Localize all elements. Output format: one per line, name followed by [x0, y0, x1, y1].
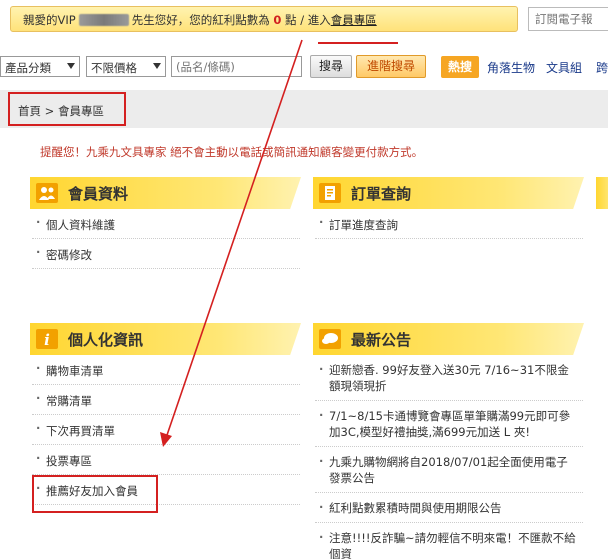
annotation-box	[32, 475, 158, 513]
voting-link[interactable]: 投票專區	[32, 445, 300, 475]
redacted-name	[78, 14, 129, 26]
speech-bubble-icon	[319, 329, 341, 349]
cart-list-link[interactable]: 購物車清單	[32, 355, 300, 385]
password-change-link[interactable]: 密碼修改	[32, 239, 300, 269]
news-item[interactable]: 迎新戀香. 99好友登入送30元 7/16~31不限金額現領現折	[315, 355, 583, 401]
panel-title: 會員資料	[68, 185, 129, 203]
news-item[interactable]: 7/1~8/15卡通博覽會專區單筆購滿99元即可參加3C,模型好禮抽獎,滿699…	[315, 401, 583, 447]
news-item[interactable]: 九乘九購物網將自2018/07/01起全面使用電子發票公告	[315, 447, 583, 493]
news-item[interactable]: 紅利點數累積時間與使用期限公告	[315, 493, 583, 523]
fraud-notice: 提醒您！九乘九文具專家 絕不會主動以電話或簡訊通知顧客變更付款方式。	[40, 145, 424, 159]
order-query-header: 訂單查詢	[313, 177, 584, 209]
document-icon	[319, 183, 341, 203]
news-header: 最新公告	[313, 323, 584, 355]
annotation-box	[8, 92, 126, 126]
search-bar: 產品分類 不限價格 搜尋 進階搜尋 熱搜 角落生物 文具組 跨	[0, 55, 608, 78]
order-progress-link[interactable]: 訂單進度查詢	[315, 209, 583, 239]
member-area-link[interactable]: 會員專區	[331, 13, 377, 27]
panel-title: 最新公告	[351, 331, 412, 349]
hot-search-tab[interactable]: 熱搜	[441, 56, 479, 78]
partial-panel-header	[596, 177, 608, 209]
price-select[interactable]: 不限價格	[86, 56, 166, 77]
panel-title: 個人化資訊	[68, 331, 144, 349]
buy-later-link[interactable]: 下次再買清單	[32, 415, 300, 445]
bonus-points: 0	[273, 13, 282, 27]
vip-greeting-bar: 親愛的VIP 先生您好，您的紅利點數為 0 點 / 進入會員專區	[10, 6, 518, 32]
chevron-down-icon	[67, 63, 75, 69]
keyword-input[interactable]	[171, 56, 302, 77]
hot-category-link[interactable]: 角落生物	[487, 59, 535, 76]
order-query-list: 訂單進度查詢	[315, 209, 583, 239]
points-unit: 點	[285, 13, 297, 27]
category-select[interactable]: 產品分類	[0, 56, 80, 77]
info-icon: i	[36, 329, 58, 349]
advanced-search-button[interactable]: 進階搜尋	[356, 55, 426, 78]
personal-info-header: i 個人化資訊	[30, 323, 301, 355]
profile-edit-link[interactable]: 個人資料維護	[32, 209, 300, 239]
hot-category-link[interactable]: 跨	[596, 59, 608, 76]
greeting-mid: 先生您好，您的紅利點數為	[131, 13, 270, 27]
member-data-header: 會員資料	[30, 177, 301, 209]
greeting-sep: / 進入	[300, 13, 331, 27]
newsletter-input[interactable]	[528, 7, 608, 31]
frequent-list-link[interactable]: 常購清單	[32, 385, 300, 415]
greeting-text: 親愛的VIP 先生您好，您的紅利點數為 0 點 / 進入會員專區	[23, 12, 377, 28]
category-value: 產品分類	[5, 61, 51, 75]
greeting-prefix: 親愛的VIP	[23, 13, 76, 27]
price-value: 不限價格	[91, 61, 137, 75]
panel-title: 訂單查詢	[351, 185, 412, 203]
news-list: 迎新戀香. 99好友登入送30元 7/16~31不限金額現領現折 7/1~8/1…	[315, 355, 583, 559]
member-data-list: 個人資料維護 密碼修改	[32, 209, 300, 269]
users-icon	[36, 183, 58, 203]
news-item[interactable]: 注意!!!!反詐騙~請勿輕信不明來電！不匯款不給個資	[315, 523, 583, 559]
chevron-down-icon	[153, 63, 161, 69]
hot-category-link[interactable]: 文具組	[546, 59, 582, 76]
annotation-underline	[318, 28, 398, 44]
svg-text:i: i	[44, 331, 50, 349]
search-button[interactable]: 搜尋	[310, 55, 352, 78]
